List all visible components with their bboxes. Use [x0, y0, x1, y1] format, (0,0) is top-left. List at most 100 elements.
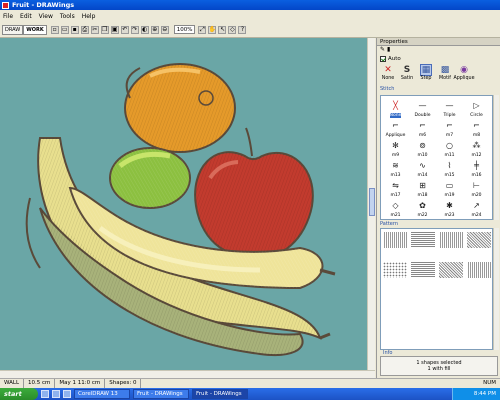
copy-icon[interactable]: ❐	[100, 25, 109, 34]
mode-label: None	[381, 76, 395, 81]
apple-shape[interactable]	[194, 127, 314, 256]
pattern-option[interactable]	[439, 262, 465, 288]
task-drawings-1[interactable]: Fruit - DRAWings	[133, 389, 189, 399]
stitch-glyph-icon: ╳	[393, 101, 398, 110]
pattern-grid	[380, 228, 493, 350]
stitch-glyph-icon: ↗	[473, 201, 480, 210]
color-icon[interactable]: ◐	[140, 25, 149, 34]
explorer-icon[interactable]	[63, 390, 71, 398]
select-icon[interactable]: ↖	[218, 25, 227, 34]
mode-label: Applique	[453, 76, 475, 81]
mode-step[interactable]: ▦ Step	[417, 64, 435, 86]
lock-icon[interactable]: ▮	[387, 46, 390, 53]
stitch-label: m24	[471, 213, 482, 218]
canvas-horizontal-scrollbar[interactable]	[0, 370, 375, 378]
browser-icon[interactable]	[52, 390, 60, 398]
open-icon[interactable]: ▭	[60, 25, 69, 34]
new-icon[interactable]: ▫	[50, 25, 59, 34]
menu-help[interactable]: Help	[82, 13, 96, 20]
stitch-option[interactable]: ✱ m23	[437, 198, 462, 219]
mode-satin[interactable]: S Satin	[398, 64, 416, 86]
mode-motif[interactable]: ▩ Motif	[436, 64, 454, 86]
node-icon[interactable]: ◇	[228, 25, 237, 34]
title-bar: Fruit - DRAWings	[0, 0, 500, 10]
pattern-option[interactable]	[467, 262, 492, 288]
pattern-swatch	[467, 232, 491, 248]
menu-edit[interactable]: Edit	[20, 13, 32, 20]
zoom-out-icon[interactable]: ⊖	[160, 25, 169, 34]
stitch-option[interactable]: ◇ m21	[383, 198, 408, 219]
save-icon[interactable]: ▪	[70, 25, 79, 34]
stitch-glyph-icon: —	[445, 101, 454, 110]
pattern-option[interactable]	[411, 232, 437, 258]
pattern-swatch	[383, 262, 407, 278]
fill-modes: ✕ None S Satin ▦ Step ▩ Motif ◉ Applique	[377, 64, 500, 86]
pattern-option[interactable]	[467, 232, 492, 258]
applique-icon: ◉	[460, 65, 468, 75]
redo-icon[interactable]: ↷	[130, 25, 139, 34]
undo-icon[interactable]: ↶	[120, 25, 129, 34]
start-button[interactable]: start	[0, 388, 38, 400]
stitch-glyph-icon: ○	[446, 141, 453, 150]
pattern-option[interactable]	[383, 232, 409, 258]
desktop-icon[interactable]	[41, 390, 49, 398]
panel-title: Properties	[377, 38, 500, 46]
clock[interactable]: 8:44 PM	[474, 391, 496, 397]
status-num: NUM	[483, 380, 496, 386]
pattern-option[interactable]	[439, 232, 465, 258]
print-icon[interactable]: ⎙	[80, 25, 89, 34]
mode-applique[interactable]: ◉ Applique	[453, 64, 475, 86]
mode-label: Step	[420, 76, 432, 81]
zoom-in-icon[interactable]: ⊕	[150, 25, 159, 34]
orange-shape[interactable]	[124, 63, 236, 153]
system-tray: 8:44 PM	[452, 388, 500, 400]
stitch-label: m23	[444, 213, 455, 218]
stitch-section-label: Stitch	[380, 86, 395, 92]
auto-checkbox[interactable]	[380, 56, 386, 62]
status-bar: WALL 10.5 cm May 1 11:0 cm Shapes: 0 NUM	[0, 378, 500, 388]
pattern-scrollbar[interactable]	[493, 228, 499, 350]
hand-icon[interactable]: ✋	[208, 25, 217, 34]
stitch-glyph-icon: ∿	[419, 161, 426, 170]
tab-work[interactable]: WORK	[23, 24, 47, 35]
stitch-option[interactable]: ✿ m22	[410, 198, 435, 219]
zoom-select[interactable]: 100%	[173, 25, 196, 34]
stitch-label: m22	[417, 213, 428, 218]
stitch-glyph-icon: ⌐	[419, 121, 426, 130]
motif-icon: ▩	[440, 65, 450, 75]
pattern-option[interactable]	[411, 262, 437, 288]
help-icon[interactable]: ?	[238, 25, 247, 34]
pattern-option[interactable]	[383, 262, 409, 288]
stitch-glyph-icon: ⇋	[392, 181, 399, 190]
status-field: May 1 11:0 cm	[55, 379, 106, 388]
auto-option[interactable]: Auto	[377, 54, 500, 64]
menu-tools[interactable]: Tools	[60, 13, 75, 20]
task-drawings-2[interactable]: Fruit - DRAWings	[192, 389, 248, 399]
tab-draw[interactable]: DRAW	[2, 24, 24, 35]
status-field: WALL	[0, 379, 25, 388]
lime-shape[interactable]	[109, 147, 191, 209]
pattern-swatch	[439, 262, 463, 278]
none-icon: ✕	[384, 65, 392, 75]
canvas-vertical-scrollbar[interactable]	[367, 38, 375, 370]
stitch-glyph-icon: ╪	[474, 161, 479, 170]
properties-panel: Properties ✎ ▮ Auto ✕ None S Satin ▦ Step ▩…	[376, 38, 500, 378]
pattern-swatch	[467, 262, 491, 278]
task-coreldraw[interactable]: CorelDRAW 13	[74, 389, 130, 399]
design-canvas[interactable]	[0, 38, 367, 370]
info-box: Info 1 shapes selected 1 with fill	[380, 350, 498, 376]
panel-tools: ✎ ▮	[377, 46, 500, 54]
menu-view[interactable]: View	[39, 13, 53, 20]
stitch-scrollbar[interactable]	[493, 95, 499, 220]
paste-icon[interactable]: ▣	[110, 25, 119, 34]
stitch-option[interactable]: ↗ m24	[464, 198, 489, 219]
mode-none[interactable]: ✕ None	[379, 64, 397, 86]
fit-icon[interactable]: ⤢	[198, 25, 207, 34]
stitch-glyph-icon: ⊞	[419, 181, 426, 190]
cut-icon[interactable]: ✂	[90, 25, 99, 34]
menu-file[interactable]: File	[3, 13, 13, 20]
pattern-swatch	[439, 232, 463, 248]
scroll-thumb[interactable]	[369, 188, 375, 216]
step-icon: ▦	[420, 64, 432, 76]
pin-icon[interactable]: ✎	[380, 46, 385, 53]
